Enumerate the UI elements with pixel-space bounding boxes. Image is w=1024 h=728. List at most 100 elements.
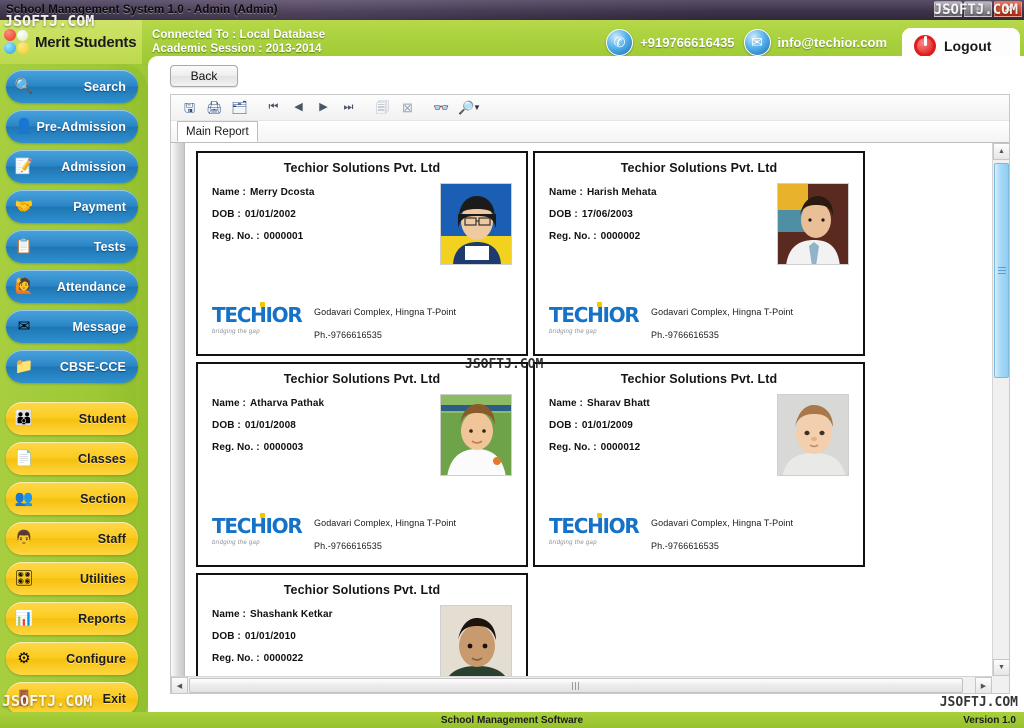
sidebar-item-message[interactable]: ✉ Message	[6, 310, 138, 343]
student-photo	[777, 394, 849, 476]
card-company-name: Techior Solutions Pvt. Ltd	[283, 583, 441, 597]
student-photo	[440, 605, 512, 676]
student-dob: 01/01/2010	[244, 631, 296, 642]
dob-label: DOB :	[212, 420, 241, 431]
card-fields: Name : Sharav Bhatt DOB :01/01/2009 Reg. …	[549, 398, 650, 464]
company-address: Godavari Complex, Hingna T-Point	[314, 307, 457, 317]
close-button[interactable]: ✕	[994, 1, 1022, 17]
card-address-block: Godavari Complex, Hingna T-Point Ph.-976…	[651, 516, 793, 551]
techior-logo-tagline: bridging the gap	[212, 329, 260, 335]
maximize-button[interactable]: ▫	[964, 1, 992, 17]
go-to-page-icon[interactable]: 🗐	[370, 97, 395, 119]
email-address: info@techior.com	[777, 34, 887, 50]
close-current-view-icon[interactable]: ⊠	[395, 97, 420, 119]
sidebar-item-label: Tests	[93, 239, 126, 254]
back-row: Back	[170, 65, 238, 87]
name-label: Name :	[549, 398, 583, 409]
sidebar-item-section[interactable]: 👥 Section	[6, 482, 138, 515]
sidebar-item-payment[interactable]: 🤝 Payment	[6, 190, 138, 223]
sidebar-item-label: Student	[78, 411, 126, 426]
reports-chart-icon: 📊	[14, 610, 34, 627]
toggle-group-tree-icon[interactable]: 🗂	[227, 97, 252, 119]
sidebar-item-label: Attendance	[56, 279, 126, 294]
student-reg-no: 0000002	[600, 231, 641, 242]
sidebar-item-tests[interactable]: 📋 Tests	[6, 230, 138, 263]
tab-main-report[interactable]: Main Report	[177, 121, 258, 142]
brand-block: Merit Students	[0, 20, 142, 64]
techior-logo: TECHIOR bridging the gap	[212, 513, 304, 551]
sidebar-item-classes[interactable]: 📄 Classes	[6, 442, 138, 475]
students-icon: 👪	[14, 410, 34, 427]
sidebar-item-attendance[interactable]: 🙋 Attendance	[6, 270, 138, 303]
sidebar-item-student[interactable]: 👪 Student	[6, 402, 138, 435]
attendance-icon: 🙋	[14, 278, 34, 295]
company-address: Godavari Complex, Hingna T-Point	[651, 307, 794, 317]
scroll-right-button[interactable]: ▶	[975, 677, 992, 693]
card-footer: TECHIOR bridging the gap Godavari Comple…	[549, 302, 853, 340]
dob-label: DOB :	[212, 631, 241, 642]
company-phone: Ph.-9766616535	[314, 330, 382, 340]
window-title: School Management System 1.0 - Admin (Ad…	[6, 4, 278, 16]
report-left-gutter	[171, 143, 185, 676]
phone-number: +919766616435	[640, 34, 735, 50]
sidebar-item-label: CBSE-CCE	[59, 359, 126, 374]
sidebar-item-utilities[interactable]: 🎛 Utilities	[6, 562, 138, 595]
sidebar-item-reports[interactable]: 📊 Reports	[6, 602, 138, 635]
main-content-panel: Back 🖫 🖨 🗂 ⏮ ◀ ▶ ⏭ 🗐 ⊠ 👓 🔎 ▼ Main Report	[148, 56, 1024, 712]
back-button[interactable]: Back	[170, 65, 238, 87]
sidebar-item-search[interactable]: 🔍 Search	[6, 70, 138, 103]
sidebar-item-staff[interactable]: 👨 Staff	[6, 522, 138, 555]
company-phone: Ph.-9766616535	[651, 330, 719, 340]
sidebar-item-label: Search	[83, 79, 126, 94]
next-page-icon[interactable]: ▶	[311, 97, 336, 119]
student-reg-no: 0000022	[263, 653, 304, 664]
previous-page-icon[interactable]: ◀	[286, 97, 311, 119]
sidebar-item-configure[interactable]: ⚙ Configure	[6, 642, 138, 675]
horizontal-scrollbar[interactable]: ◀ ▶	[171, 676, 992, 693]
export-report-icon[interactable]: 🖫	[177, 97, 202, 119]
print-report-icon[interactable]: 🖨	[202, 97, 227, 119]
search-icon: 🔍	[14, 78, 34, 95]
first-page-icon[interactable]: ⏮	[261, 97, 286, 119]
find-text-icon[interactable]: 👓	[429, 97, 454, 119]
sidebar-item-label: Staff	[97, 531, 126, 546]
horizontal-scroll-thumb[interactable]	[189, 678, 963, 693]
student-photo	[440, 183, 512, 265]
scroll-left-button[interactable]: ◀	[171, 677, 188, 693]
gear-icon: ⚙	[17, 650, 31, 667]
student-reg-no: 0000001	[263, 231, 304, 242]
student-reg-no: 0000003	[263, 442, 304, 453]
techior-logo-tagline: bridging the gap	[549, 540, 597, 546]
card-company-name: Techior Solutions Pvt. Ltd	[620, 372, 778, 386]
report-viewer: 🖫 🖨 🗂 ⏮ ◀ ▶ ⏭ 🗐 ⊠ 👓 🔎 ▼ Main Report Tech…	[170, 94, 1010, 694]
sidebar-item-cbse-cce[interactable]: 📁 CBSE-CCE	[6, 350, 138, 383]
status-version-text: Version 1.0	[963, 714, 1016, 726]
name-label: Name :	[212, 187, 246, 198]
scroll-up-button[interactable]: ▲	[993, 143, 1009, 160]
techior-logo-text: TECHIOR	[212, 513, 303, 538]
card-fields: Name : Shashank Ketkar DOB :01/01/2010 Re…	[212, 609, 333, 675]
scroll-down-button[interactable]: ▼	[993, 659, 1009, 676]
email-contact: ✉ info@techior.com	[743, 28, 887, 56]
minimize-button[interactable]: —	[934, 1, 962, 17]
vertical-scroll-thumb[interactable]	[994, 163, 1009, 378]
sidebar-item-admission[interactable]: 📝 Admission	[6, 150, 138, 183]
chevron-down-icon[interactable]: ▼	[473, 103, 481, 112]
window-controls: — ▫ ✕	[934, 1, 1022, 17]
last-page-icon[interactable]: ⏭	[336, 97, 361, 119]
brand-name: Merit Students	[35, 33, 137, 51]
dob-label: DOB :	[549, 209, 578, 220]
admission-icon: 📝	[14, 158, 34, 175]
sidebar-item-pre-admission[interactable]: 👤 Pre-Admission	[6, 110, 138, 143]
connection-info: Connected To : Local Database Academic S…	[152, 28, 325, 57]
sidebar-item-exit[interactable]: 🚪 Exit	[6, 682, 138, 715]
reg-no-label: Reg. No. :	[212, 442, 260, 453]
exit-door-icon: 🚪	[14, 690, 34, 707]
reg-no-label: Reg. No. :	[212, 653, 260, 664]
payment-icon: 🤝	[14, 198, 34, 215]
sidebar-menu: 🔍 Search 👤 Pre-Admission 📝 Admission 🤝 P…	[6, 70, 138, 722]
company-address: Godavari Complex, Hingna T-Point	[314, 518, 457, 528]
vertical-scrollbar[interactable]: ▲ ▼	[992, 143, 1009, 676]
sidebar-item-label: Exit	[102, 691, 126, 706]
techior-logo-text: TECHIOR	[549, 302, 640, 327]
